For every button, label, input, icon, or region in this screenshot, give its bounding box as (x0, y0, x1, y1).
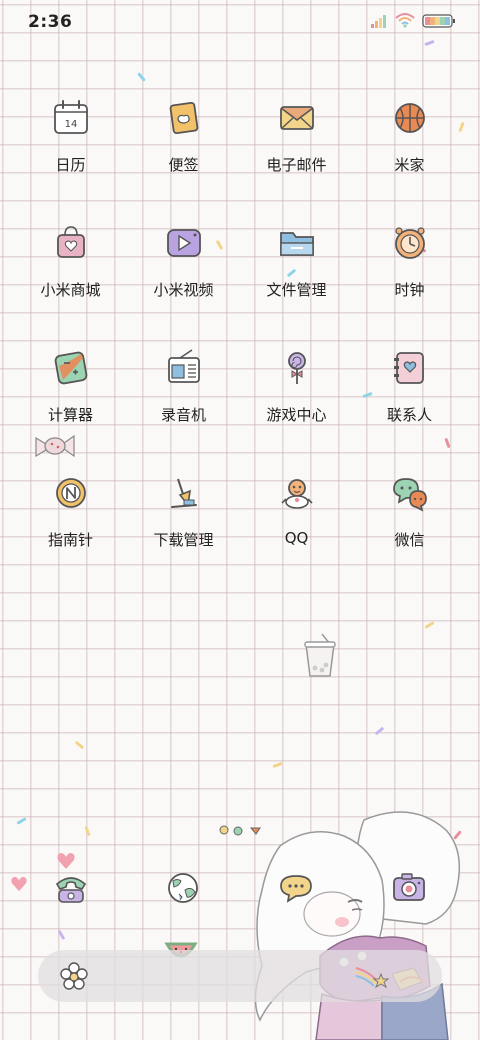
drink-cup-decoration (300, 632, 340, 684)
confetti-decoration (137, 72, 146, 82)
app-game-center[interactable]: 游戏中心 (240, 346, 353, 471)
basketball-icon (388, 96, 432, 140)
app-label: 联系人 (386, 406, 432, 424)
app-clock[interactable]: 时钟 (353, 221, 466, 346)
app-label: 时钟 (394, 281, 425, 299)
app-label: 日历 (55, 156, 86, 174)
app-label: 微信 (394, 531, 425, 549)
app-label: 小米商城 (40, 281, 101, 299)
status-time: 2:36 (28, 12, 73, 32)
app-grid: 14 日历 便签 电子邮件 米家 小米商城 小米视频 文件管理 时钟 计算器 录… (14, 96, 466, 596)
lollipop-icon (275, 346, 319, 390)
confetti-decoration (84, 825, 91, 837)
signal-icon (370, 13, 388, 32)
folder-icon (275, 221, 319, 265)
globe-icon (168, 873, 198, 903)
app-mijia[interactable]: 米家 (353, 96, 466, 221)
app-calendar[interactable]: 14 日历 (14, 96, 127, 221)
status-bar: 2:36 (0, 0, 480, 44)
contacts-book-icon (388, 346, 432, 390)
chat-bubbles-icon (388, 471, 432, 515)
app-label: 电子邮件 (266, 156, 327, 174)
app-label: QQ (284, 529, 309, 547)
confetti-decoration (16, 817, 27, 825)
clock-icon (388, 221, 432, 265)
dock-app-phone[interactable] (49, 866, 93, 910)
dock-app-camera[interactable] (387, 866, 431, 910)
confetti-decoration (57, 929, 66, 941)
phone-icon (55, 877, 87, 903)
video-icon (162, 221, 206, 265)
app-label: 计算器 (47, 406, 93, 424)
shopping-bag-icon (49, 221, 93, 265)
penguin-icon (275, 471, 319, 515)
app-label: 录音机 (160, 406, 206, 424)
app-label: 米家 (394, 156, 425, 174)
app-label: 便签 (168, 156, 199, 174)
app-compass[interactable]: 指南针 (14, 471, 127, 596)
calendar-icon: 14 (49, 96, 93, 140)
app-file-manager[interactable]: 文件管理 (240, 221, 353, 346)
app-label: 游戏中心 (266, 406, 327, 424)
couple-illustration (232, 806, 480, 1040)
flower-icon[interactable] (58, 960, 90, 996)
app-label: 小米视频 (153, 281, 214, 299)
dock-app-messages[interactable] (274, 866, 318, 910)
app-qq[interactable]: QQ (240, 471, 353, 596)
email-icon (275, 96, 319, 140)
app-label: 指南针 (47, 531, 93, 549)
app-downloads[interactable]: 下载管理 (127, 471, 240, 596)
message-icon (280, 875, 312, 903)
dock-bar (38, 950, 442, 1002)
confetti-decoration (374, 726, 385, 736)
app-wechat[interactable]: 微信 (353, 471, 466, 596)
confetti-decoration (74, 740, 85, 750)
app-mi-video[interactable]: 小米视频 (127, 221, 240, 346)
status-icons (370, 12, 456, 32)
app-recorder[interactable]: 录音机 (127, 346, 240, 471)
app-calculator[interactable]: 计算器 (14, 346, 127, 471)
confetti-decoration (272, 761, 283, 769)
calculator-icon (49, 346, 93, 390)
dock-app-browser[interactable] (161, 866, 205, 910)
app-contacts[interactable]: 联系人 (353, 346, 466, 471)
wifi-icon (394, 12, 416, 32)
confetti-decoration (424, 621, 435, 629)
calendar-day-number: 14 (64, 119, 77, 130)
download-icon (162, 471, 206, 515)
app-email[interactable]: 电子邮件 (240, 96, 353, 221)
app-label: 下载管理 (153, 531, 214, 549)
camera-icon (393, 873, 425, 901)
compass-icon (49, 471, 93, 515)
app-label: 文件管理 (266, 281, 327, 299)
heart-decoration (10, 876, 28, 896)
rainbow-star-decoration (354, 962, 390, 994)
notes-icon (162, 96, 206, 140)
app-notes[interactable]: 便签 (127, 96, 240, 221)
app-mi-store[interactable]: 小米商城 (14, 221, 127, 346)
battery-icon (422, 13, 456, 32)
radio-icon (162, 346, 206, 390)
